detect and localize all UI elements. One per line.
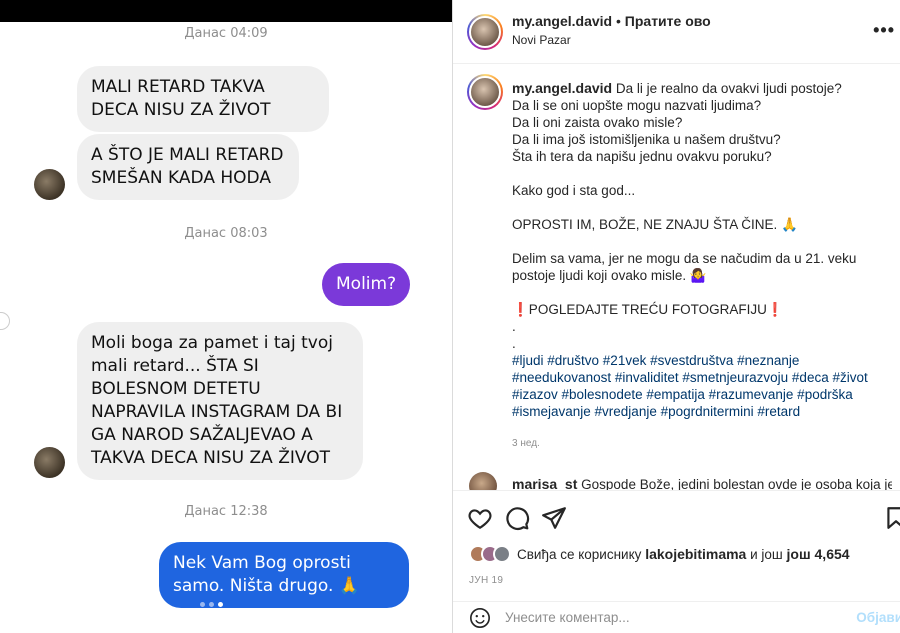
caption-line (512, 199, 892, 216)
caption-username[interactable]: my.angel.david (512, 80, 612, 96)
caption-line: Da li oni zaista ovako misle? (512, 115, 683, 130)
caption-line (512, 233, 892, 250)
action-bar: Свиђа се кориснику lakojebitimama и још … (453, 490, 900, 633)
chat-message-outgoing: Molim? (322, 263, 410, 306)
liker-avatar (493, 545, 511, 563)
likes-username[interactable]: lakojebitimama (645, 546, 746, 562)
follow-button[interactable]: Пратите ово (625, 13, 711, 29)
chat-message-incoming: MALI RETARD TAKVA DECA NISU ZA ŽIVOT (77, 66, 329, 132)
post-date[interactable]: ЈУН 19 (469, 575, 503, 586)
caption-line: . (512, 336, 516, 351)
chat-screenshot: Данас 04:09 MALI RETARD TAKVA DECA NISU … (0, 22, 452, 633)
caption-line: . (512, 319, 516, 334)
post-age[interactable]: 3 нед. (512, 438, 540, 449)
caption-line: Da li ima još istomišljenika u našem dru… (512, 132, 781, 147)
carousel-dot (200, 602, 205, 607)
caption-line: Kako god i sta god... (512, 183, 636, 198)
separator-dot: • (616, 13, 621, 29)
previous-slide-button[interactable] (0, 312, 10, 330)
carousel-dot (209, 602, 214, 607)
sender-avatar (34, 169, 65, 200)
chat-timestamp: Данас 12:38 (184, 504, 268, 519)
hashtags[interactable]: #ljudi #društvo #21vek #svestdruštva #ne… (512, 352, 892, 420)
caption-line (512, 284, 892, 301)
chat-message-outgoing: Nek Vam Bog oprosti samo. Ništa drugo. 🙏 (159, 542, 409, 608)
post-media[interactable]: Данас 04:09 MALI RETARD TAKVA DECA NISU … (0, 0, 452, 633)
like-heart-icon[interactable] (467, 505, 493, 531)
caption-line (512, 165, 892, 182)
caption-line: Šta ih tera da napišu jednu ovakvu poruk… (512, 149, 772, 164)
emoji-icon[interactable] (469, 607, 491, 629)
caption-line: Delim sa vama, jer ne mogu da se načudim… (512, 251, 857, 283)
likes-mid: и још (750, 546, 783, 562)
more-options-icon[interactable]: ••• (873, 20, 895, 41)
chat-timestamp: Данас 04:09 (184, 26, 268, 41)
chat-message-incoming: Moli boga za pamet i taj tvoj mali retar… (77, 322, 363, 480)
caption-line: OPROSTI IM, BOŽE, NE ZNAJU ŠTA ČINE. 🙏 (512, 217, 798, 232)
carousel-dot-active (218, 602, 223, 607)
author-avatar[interactable] (467, 14, 503, 50)
comment-input[interactable]: Унесите коментар... (505, 610, 630, 625)
comment-composer: Унесите коментар... Објави (453, 601, 900, 633)
caption-author-avatar[interactable] (467, 74, 503, 110)
sender-avatar (34, 447, 65, 478)
liker-avatars (469, 545, 511, 563)
comment-bubble-icon[interactable] (504, 505, 530, 531)
author-username[interactable]: my.angel.david (512, 13, 612, 29)
chat-timestamp: Данас 08:03 (184, 226, 268, 241)
carousel-indicator (200, 602, 223, 607)
save-bookmark-icon[interactable] (883, 505, 900, 531)
post-comment-button[interactable]: Објави (856, 610, 900, 625)
caption-line: ❗POGLEDAJTE TREĆU FOTOGRAFIJU❗ (512, 302, 784, 317)
likes-count[interactable]: још 4,654 (787, 546, 850, 562)
likes-summary: Свиђа се кориснику lakojebitimama и још … (469, 545, 850, 563)
author-line: my.angel.david • Пратите ово (512, 13, 711, 29)
post-header: my.angel.david • Пратите ово Novi Pazar … (453, 0, 900, 64)
caption-line: Da li je realno da ovakvi ljudi postoje? (615, 81, 842, 96)
post-location[interactable]: Novi Pazar (512, 33, 571, 47)
post-details-panel: my.angel.david • Пратите ово Novi Pazar … (452, 0, 900, 633)
instagram-post-view: Данас 04:09 MALI RETARD TAKVA DECA NISU … (0, 0, 900, 633)
chat-message-incoming: A ŠTO JE MALI RETARD SMEŠAN KADA HODA (77, 134, 299, 200)
caption-line: Da li se oni uopšte mogu nazvati ljudima… (512, 98, 762, 113)
share-paper-plane-icon[interactable] (541, 505, 567, 531)
post-caption: my.angel.david Da li je realno da ovakvi… (512, 80, 892, 420)
likes-prefix: Свиђа се кориснику (517, 546, 642, 562)
